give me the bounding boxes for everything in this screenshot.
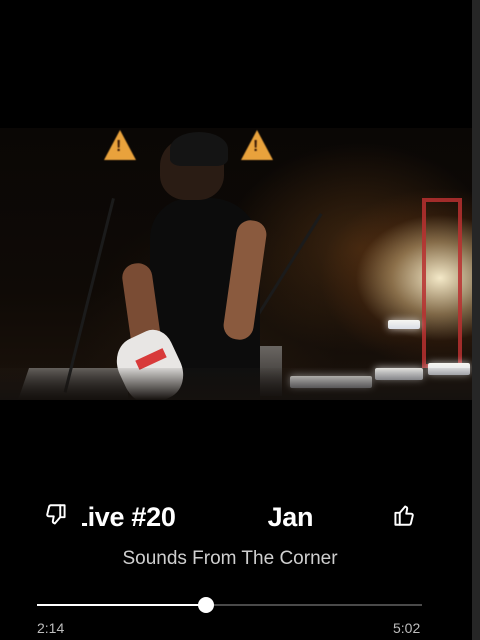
track-title: r Live #20Jan <box>82 502 314 532</box>
artist-name: Sounds From The Corner <box>122 548 338 569</box>
warning-sign-left <box>104 130 136 160</box>
side-edge-strip <box>472 0 480 640</box>
player-controls: r Live #20Jan Sounds From The Corner 2:1… <box>0 490 472 640</box>
total-duration: 5:02 <box>393 620 421 636</box>
progress-thumb[interactable] <box>198 597 215 613</box>
stage-floor <box>0 368 472 400</box>
elapsed-time: 2:14 <box>37 620 65 636</box>
thumbs-down-icon[interactable] <box>44 502 70 528</box>
track-title-marquee: r Live #20Jan <box>82 502 372 538</box>
thumbs-up-icon[interactable] <box>390 502 416 528</box>
stage-truss <box>422 198 462 368</box>
progress-bar[interactable] <box>37 597 422 613</box>
video-artwork[interactable] <box>0 128 472 400</box>
performer-cap <box>170 132 228 166</box>
warning-sign-right <box>241 130 273 160</box>
progress-fill <box>37 604 207 606</box>
led-light-4 <box>388 320 420 329</box>
